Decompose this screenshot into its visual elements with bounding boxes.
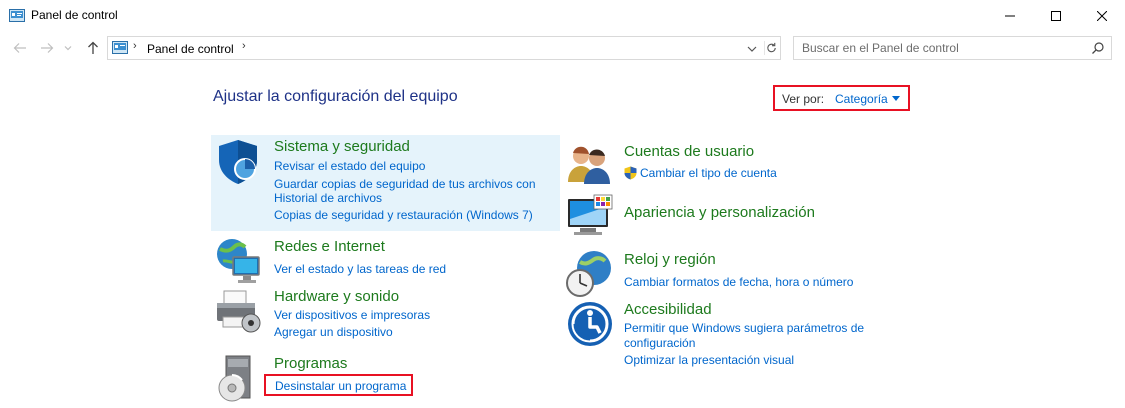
window-title: Panel de control xyxy=(31,8,118,22)
link-backup-restore[interactable]: Copias de seguridad y restauración (Wind… xyxy=(274,208,533,222)
arrow-up-icon xyxy=(88,41,98,54)
arrow-left-icon xyxy=(13,43,26,53)
printer-icon xyxy=(217,290,261,333)
category-title[interactable]: Redes e Internet xyxy=(274,238,385,255)
navigation-bar: › Panel de control › xyxy=(0,34,1125,62)
breadcrumb-control-panel[interactable]: Panel de control xyxy=(147,42,234,56)
breadcrumb-separator[interactable]: › xyxy=(133,40,137,52)
address-bar[interactable]: › Panel de control › xyxy=(107,36,781,60)
minimize-icon xyxy=(1005,15,1015,16)
programs-disc-icon xyxy=(218,355,251,402)
dropdown-caret-icon[interactable] xyxy=(892,96,900,101)
view-by-selector[interactable]: Ver por: Categoría xyxy=(773,85,910,111)
category-title[interactable]: Sistema y seguridad xyxy=(274,138,410,155)
search-box[interactable] xyxy=(793,36,1112,60)
category-title[interactable]: Accesibilidad xyxy=(624,301,712,318)
arrow-right-icon xyxy=(41,43,54,53)
monitor-palette-icon xyxy=(568,194,613,235)
network-globe-icon xyxy=(217,239,260,283)
category-title[interactable]: Reloj y región xyxy=(624,251,716,268)
search-icon[interactable] xyxy=(1091,41,1105,55)
search-input[interactable] xyxy=(794,37,1084,59)
link-file-history-backup-cont[interactable]: Historial de archivos xyxy=(274,191,382,205)
category-title[interactable]: Programas xyxy=(274,355,347,372)
back-button[interactable] xyxy=(12,40,28,56)
highlight-box-uninstall xyxy=(264,374,413,396)
link-optimize-visual-display[interactable]: Optimizar la presentación visual xyxy=(624,353,794,367)
uac-shield-icon xyxy=(624,166,637,180)
category-title[interactable]: Cuentas de usuario xyxy=(624,143,754,160)
link-change-date-formats[interactable]: Cambiar formatos de fecha, hora o número xyxy=(624,275,853,289)
close-button[interactable] xyxy=(1079,0,1125,31)
refresh-icon[interactable] xyxy=(764,41,778,55)
link-add-device[interactable]: Agregar un dispositivo xyxy=(274,325,393,339)
link-devices-printers[interactable]: Ver dispositivos e impresoras xyxy=(274,308,430,322)
view-by-label: Ver por: xyxy=(782,92,825,106)
category-title[interactable]: Apariencia y personalización xyxy=(624,204,815,221)
link-windows-suggest-settings[interactable]: Permitir que Windows sugiera parámetros … xyxy=(624,321,864,335)
control-panel-icon xyxy=(112,41,128,54)
accessibility-icon xyxy=(568,302,612,346)
chevron-down-icon[interactable] xyxy=(745,42,759,56)
forward-button[interactable] xyxy=(39,40,55,56)
page-title: Ajustar la configuración del equipo xyxy=(213,88,458,105)
maximize-button[interactable] xyxy=(1033,0,1079,31)
chevron-down-icon xyxy=(64,46,72,51)
link-check-computer-status[interactable]: Revisar el estado del equipo xyxy=(274,159,425,173)
minimize-button[interactable] xyxy=(987,0,1033,31)
users-icon xyxy=(568,146,610,184)
maximize-icon xyxy=(1051,10,1061,21)
link-file-history-backup[interactable]: Guardar copias de seguridad de tus archi… xyxy=(274,177,536,191)
control-panel-icon xyxy=(9,9,25,22)
link-windows-suggest-settings-cont[interactable]: configuración xyxy=(624,336,695,350)
recent-locations-button[interactable] xyxy=(63,40,73,56)
up-button[interactable] xyxy=(85,40,101,56)
title-bar: Panel de control xyxy=(0,0,1125,31)
link-change-account-type[interactable]: Cambiar el tipo de cuenta xyxy=(640,166,777,180)
shield-icon xyxy=(219,140,257,184)
close-icon xyxy=(1097,10,1107,21)
view-by-value[interactable]: Categoría xyxy=(835,92,888,106)
category-title[interactable]: Hardware y sonido xyxy=(274,288,399,305)
breadcrumb-separator[interactable]: › xyxy=(242,40,246,52)
clock-globe-icon xyxy=(566,251,611,297)
link-network-status[interactable]: Ver el estado y las tareas de red xyxy=(274,262,446,276)
